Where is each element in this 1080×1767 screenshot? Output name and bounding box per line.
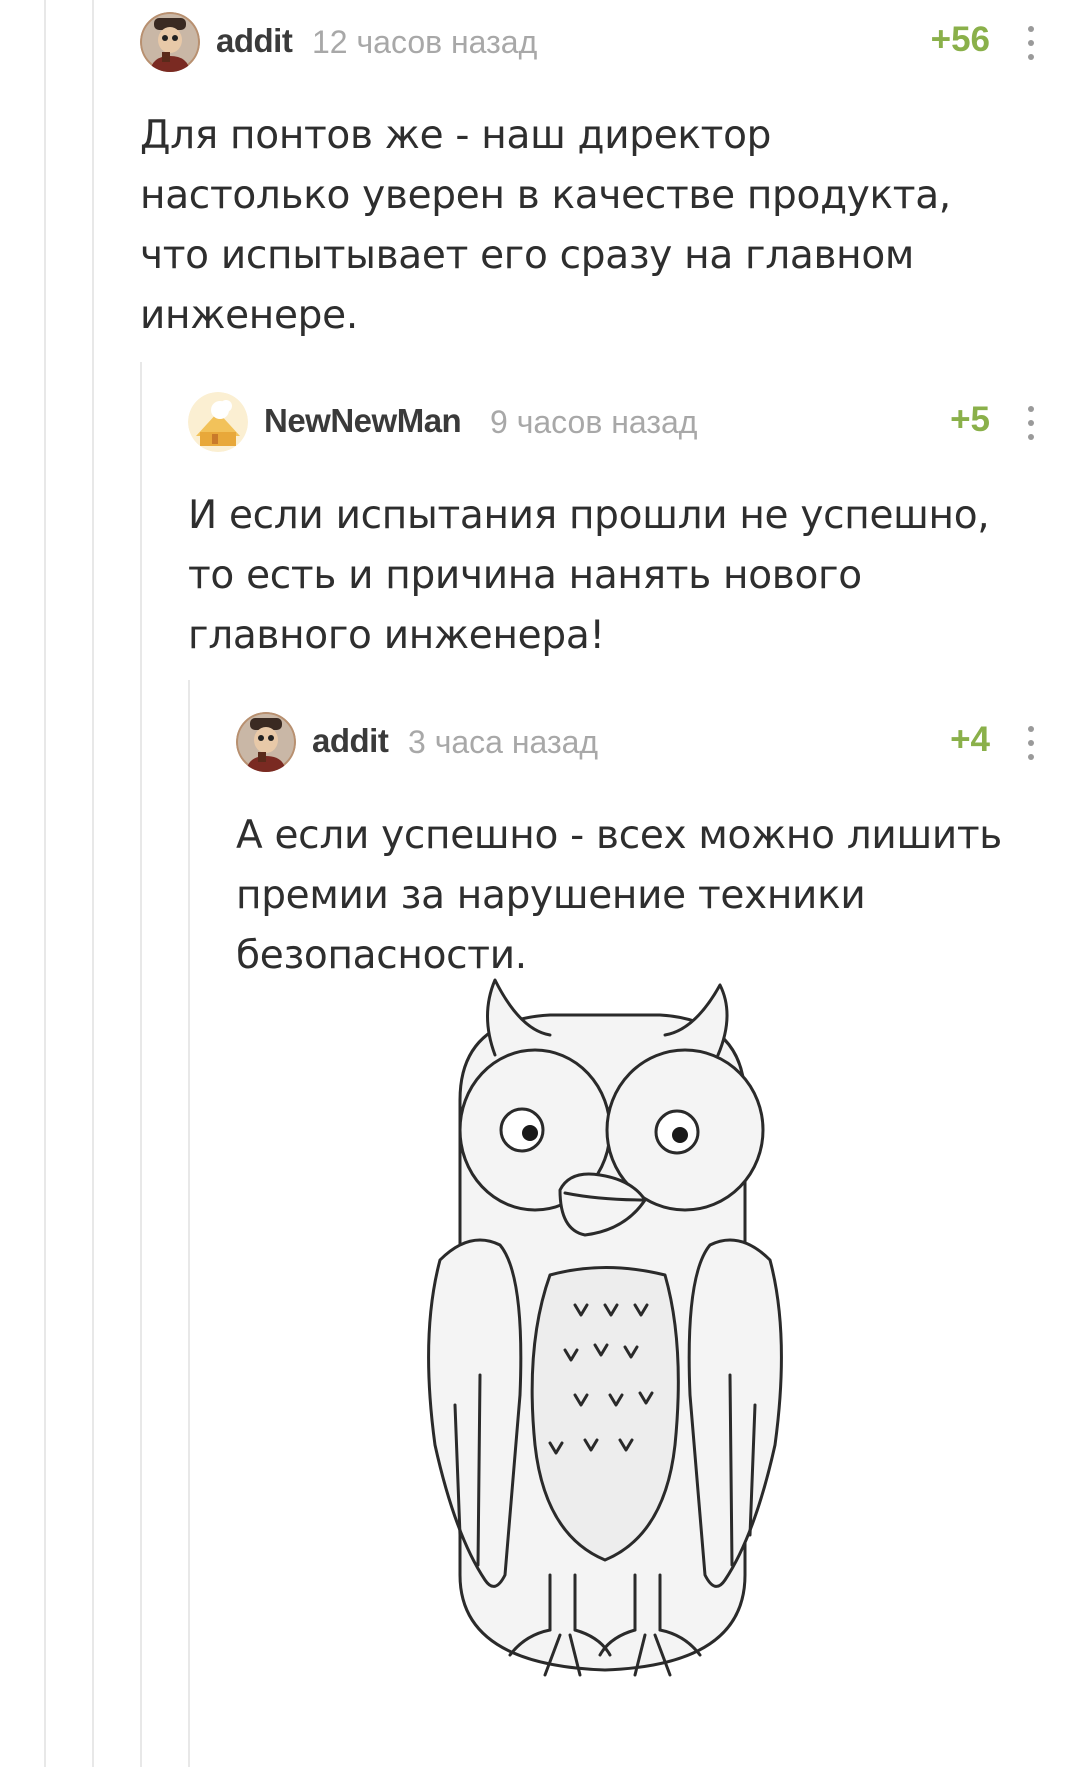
avatar[interactable] (140, 12, 200, 72)
rating: +5 (950, 400, 990, 439)
more-vertical-icon[interactable] (1024, 726, 1038, 760)
owl-drawing[interactable] (400, 975, 810, 1720)
comment-header: NewNewMan 9 часов назад +5 (188, 392, 1040, 456)
avatar[interactable] (236, 712, 296, 772)
comment: addit 12 часов назад +56 Для понтов же -… (140, 12, 1040, 346)
comment-text: Для понтов же - наш директор настолько у… (140, 113, 951, 338)
comment-reply: NewNewMan 9 часов назад +5 И если испыта… (188, 392, 1040, 666)
thread-line-level-2[interactable] (140, 362, 142, 1767)
username[interactable]: addit (312, 722, 389, 760)
avatar-newnewman-icon (188, 392, 248, 452)
comment-reply: addit 3 часа назад +4 А если успешно - в… (236, 712, 1040, 986)
more-vertical-icon[interactable] (1024, 406, 1038, 440)
avatar-addit-icon (140, 12, 200, 72)
more-vertical-icon[interactable] (1024, 26, 1038, 60)
thread-line-level-0[interactable] (44, 0, 46, 1767)
username[interactable]: addit (216, 22, 293, 60)
timestamp: 12 часов назад (312, 24, 538, 60)
timestamp: 9 часов назад (490, 404, 698, 440)
timestamp: 3 часа назад (408, 724, 599, 760)
comment-text: А если успешно - всех можно лишить преми… (236, 813, 1002, 978)
comment-text: И если испытания прошли не успешно, то е… (188, 493, 990, 658)
comment-header: addit 3 часа назад +4 (236, 712, 1040, 776)
username[interactable]: NewNewMan (264, 402, 462, 440)
rating: +56 (930, 20, 990, 59)
avatar[interactable] (188, 392, 248, 452)
avatar-addit-icon (236, 712, 296, 772)
thread-line-level-1[interactable] (92, 0, 94, 1767)
comment-header: addit 12 часов назад +56 (140, 12, 1040, 76)
thread-line-level-3[interactable] (188, 680, 190, 1767)
rating: +4 (950, 720, 990, 759)
